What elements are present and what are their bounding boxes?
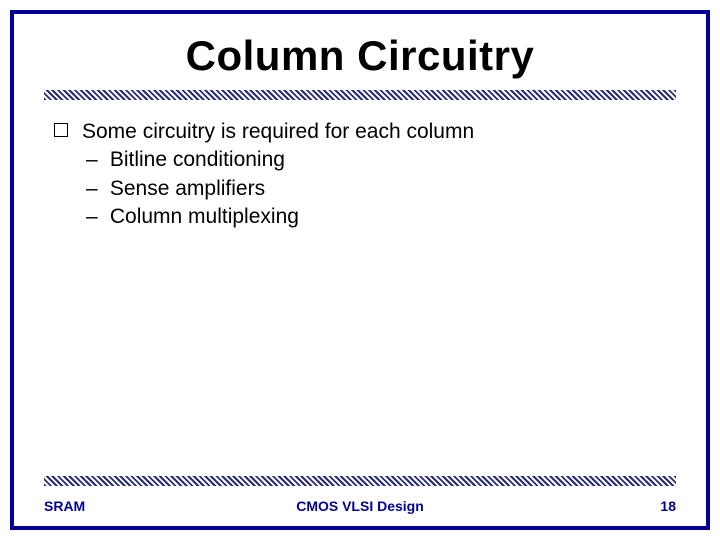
footer-center: CMOS VLSI Design bbox=[44, 498, 676, 514]
bullet-main: Some circuitry is required for each colu… bbox=[54, 118, 666, 146]
sub-text: Bitline conditioning bbox=[110, 148, 285, 171]
dash-icon: – bbox=[86, 203, 104, 231]
slide-title: Column Circuitry bbox=[14, 32, 706, 80]
sub-bullet: – Sense amplifiers bbox=[86, 175, 666, 203]
divider-bottom bbox=[44, 476, 676, 486]
slide-content: Some circuitry is required for each colu… bbox=[54, 118, 666, 231]
dash-icon: – bbox=[86, 146, 104, 174]
sub-bullet: – Bitline conditioning bbox=[86, 146, 666, 174]
sub-bullet: – Column multiplexing bbox=[86, 203, 666, 231]
checkbox-icon bbox=[54, 123, 68, 137]
slide-frame: Column Circuitry Some circuitry is requi… bbox=[10, 10, 710, 530]
divider-top bbox=[44, 90, 676, 100]
bullet-text: Some circuitry is required for each colu… bbox=[82, 118, 474, 146]
footer-left: SRAM bbox=[44, 498, 85, 514]
sub-text: Sense amplifiers bbox=[110, 177, 265, 200]
dash-icon: – bbox=[86, 175, 104, 203]
footer-right: 18 bbox=[660, 498, 676, 514]
slide-footer: SRAM CMOS VLSI Design 18 bbox=[44, 498, 676, 514]
sub-text: Column multiplexing bbox=[110, 205, 299, 228]
